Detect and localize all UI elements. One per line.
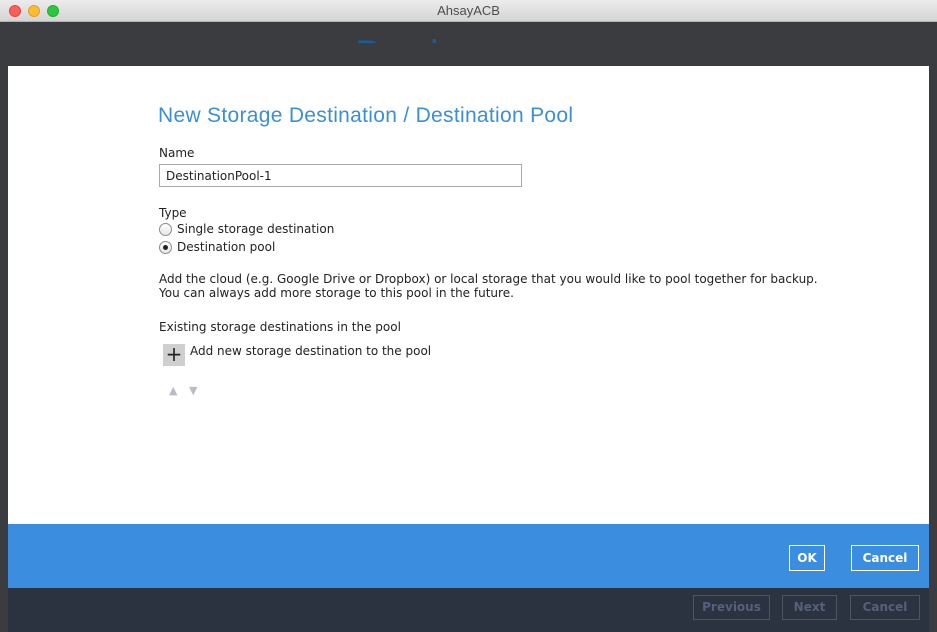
left-frame [0,66,8,632]
type-label: Type [159,206,187,220]
wizard-nav-bar: Previous Next Cancel [8,588,929,632]
window-titlebar: AhsayACB [0,0,937,22]
dialog-title: New Storage Destination / Destination Po… [158,104,574,127]
radio-single-storage-label: Single storage destination [177,222,335,236]
name-label: Name [159,146,195,160]
radio-destination-pool[interactable]: Destination pool [159,240,275,254]
pool-description: Add the cloud (e.g. Google Drive or Drop… [159,272,818,300]
header-ghost-title: Backup [355,35,575,43]
name-input[interactable] [159,164,522,187]
storage-destination-dialog: New Storage Destination / Destination Po… [8,66,929,524]
next-button[interactable]: Next [782,595,837,620]
app-header [0,22,937,66]
window-title: AhsayACB [437,3,500,18]
radio-destination-pool-label: Destination pool [177,240,276,254]
previous-button[interactable]: Previous [693,595,770,620]
chevron-down-icon[interactable]: ▼ [189,384,197,397]
radio-destination-pool-circle[interactable] [159,240,172,254]
radio-single-storage[interactable]: Single storage destination [159,222,334,236]
cancel-button[interactable]: Cancel [851,545,919,571]
ok-button[interactable]: OK [789,545,825,571]
header-ghost-text: Backup [355,35,575,43]
plus-icon[interactable]: + [163,344,185,366]
pool-list-label: Existing storage destinations in the poo… [159,320,401,334]
radio-single-storage-circle[interactable] [159,222,172,236]
wizard-cancel-button[interactable]: Cancel [850,595,920,620]
right-frame [929,66,937,632]
chevron-up-icon[interactable]: ▲ [169,384,177,397]
dialog-action-bar: OK Cancel [8,524,929,588]
add-storage-destination-link[interactable]: Add new storage destination to the pool [190,344,431,358]
